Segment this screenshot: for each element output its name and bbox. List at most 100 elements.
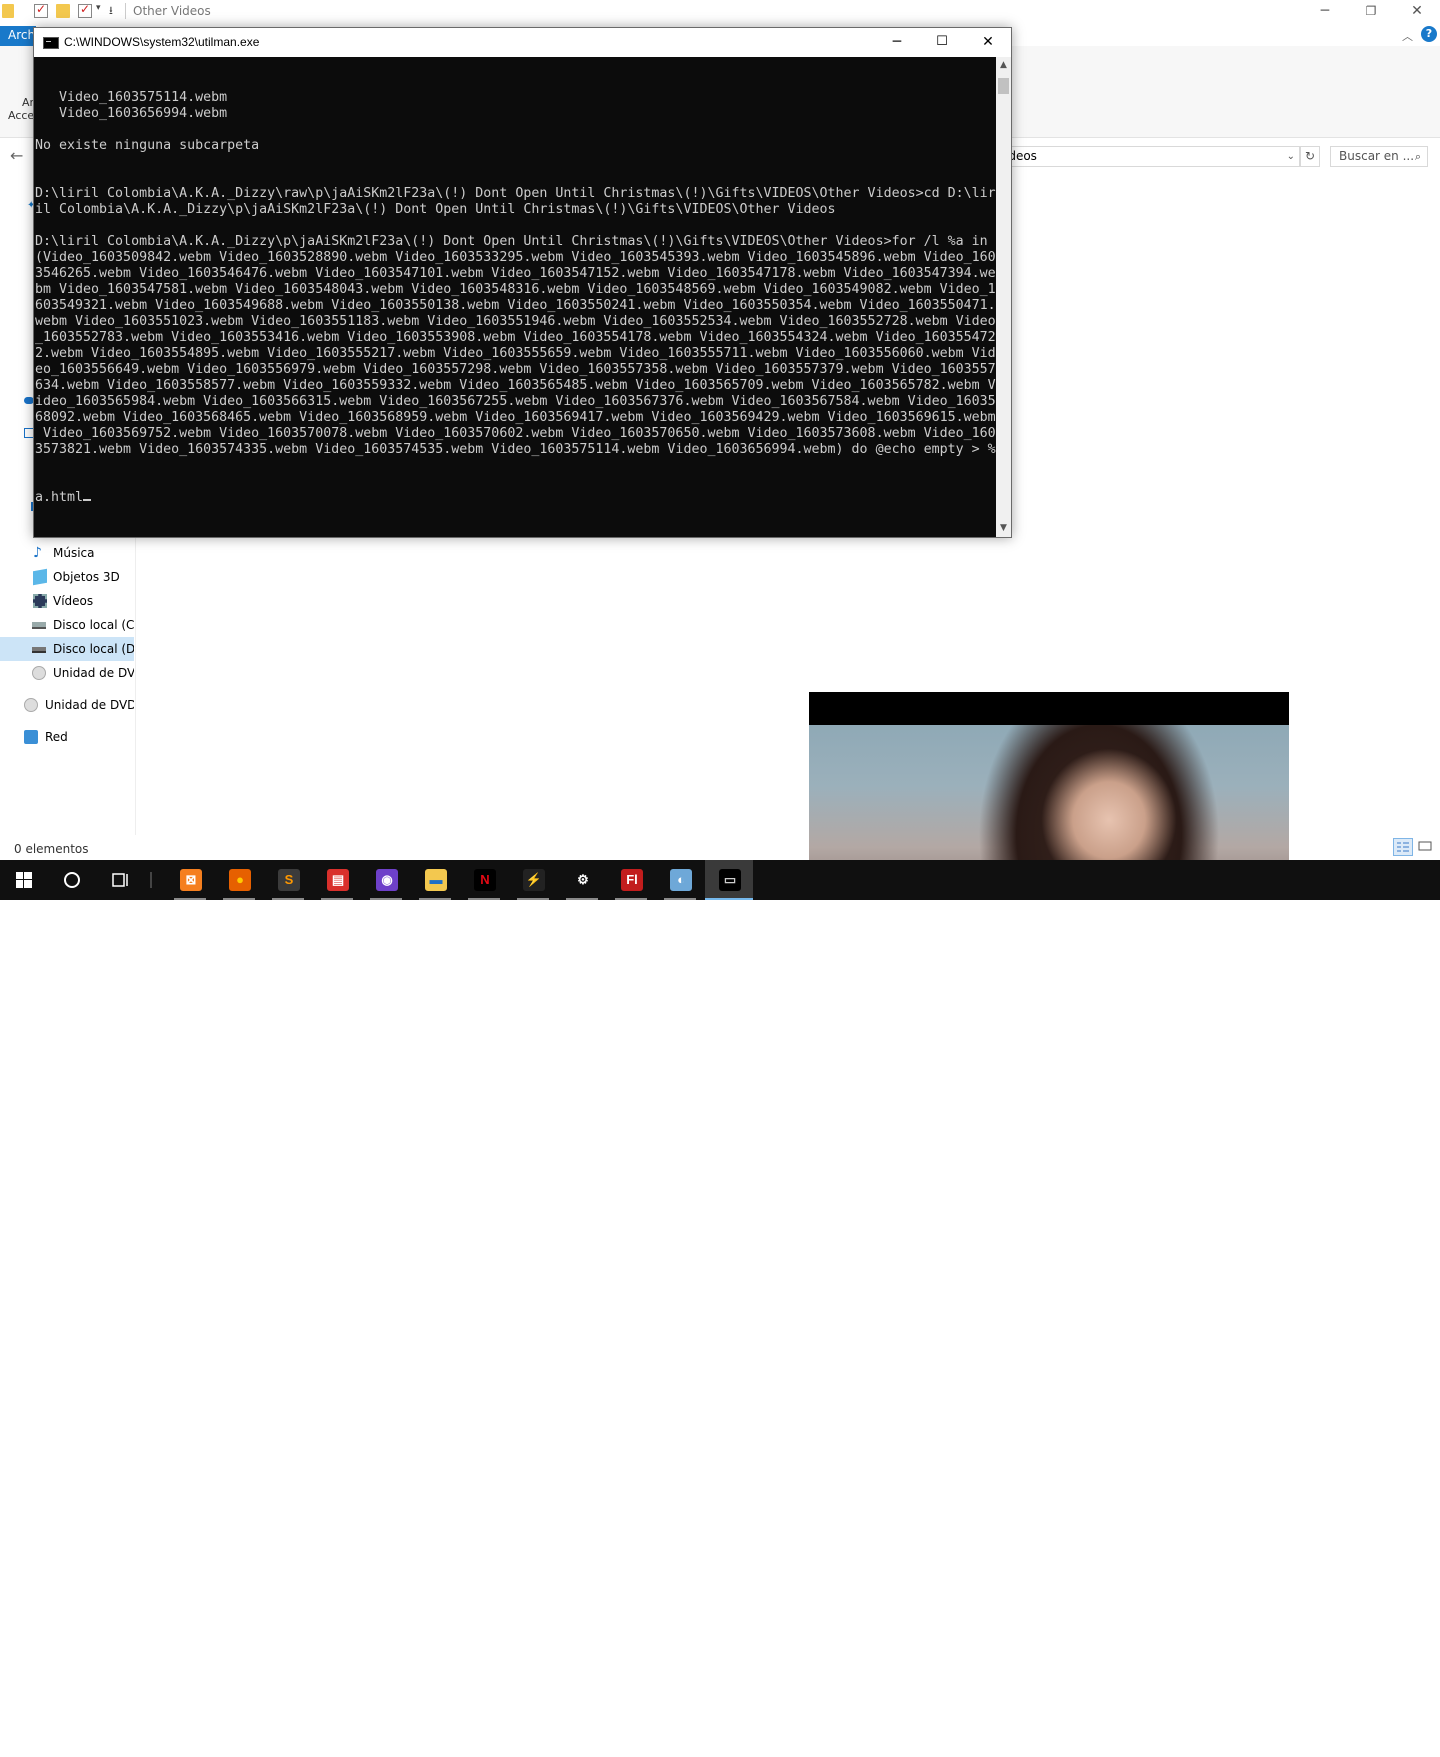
console-line: 603549321.webm Video_1603549688.webm Vid… xyxy=(35,298,996,313)
refresh-button[interactable]: ↻ xyxy=(1300,146,1320,167)
console-line: 634.webm Video_1603558577.webm Video_160… xyxy=(35,378,996,393)
taskbar-separator xyxy=(150,872,152,888)
console-title: C:\WINDOWS\system32\utilman.exe xyxy=(64,35,260,49)
console-output[interactable]: Video_1603575114.webm Video_1603656994.w… xyxy=(34,57,996,537)
console-line: 68092.webm Video_1603568465.webm Video_1… xyxy=(35,410,996,425)
taskbar-app-sublime-text[interactable]: S xyxy=(264,860,312,900)
nav-item-music[interactable]: ♪ Música xyxy=(0,541,134,565)
settings-icon: ⚙ xyxy=(577,872,589,887)
nav-item-label: Red xyxy=(45,730,68,744)
close-button[interactable]: ✕ xyxy=(1394,0,1440,24)
title-separator xyxy=(125,3,126,19)
console-line: il Colombia\A.K.A._Dizzy\p\jaAiSKm2lF23a… xyxy=(35,202,836,217)
drive-icon xyxy=(32,647,46,653)
help-icon[interactable]: ? xyxy=(1421,26,1437,42)
console-line: Video_1603569752.webm Video_1603570078.w… xyxy=(35,426,996,441)
nav-item-dvd-drive-r[interactable]: Unidad de DVD R xyxy=(0,693,134,717)
taskbar-app-flash[interactable]: Fl xyxy=(607,860,655,900)
search-input[interactable]: Buscar en ... ⌕ xyxy=(1330,146,1428,167)
taskbar-app-paint[interactable]: ◐ xyxy=(656,860,704,900)
console-window[interactable]: C:\WINDOWS\system32\utilman.exe ─ ☐ ✕ Vi… xyxy=(33,27,1012,538)
taskbar-app-firefox[interactable]: ● xyxy=(215,860,263,900)
search-placeholder: Buscar en ... xyxy=(1339,149,1415,163)
console-line: eo_1603556649.webm Video_1603556979.webm… xyxy=(35,362,996,377)
new-folder-icon[interactable] xyxy=(56,4,70,18)
large-icons-view-icon xyxy=(1418,841,1432,851)
nav-item-videos[interactable]: Vídeos xyxy=(0,589,134,613)
console-line: bm Video_1603547581.webm Video_160354804… xyxy=(35,282,996,297)
minimize-ribbon-icon[interactable]: ︿ xyxy=(1402,28,1413,44)
console-title-bar[interactable]: C:\WINDOWS\system32\utilman.exe ─ ☐ ✕ xyxy=(34,28,1011,57)
music-icon: ♪ xyxy=(33,545,42,561)
nav-item-local-disk-d[interactable]: Disco local (D:) xyxy=(0,637,134,661)
console-line: 2.webm Video_1603554895.webm Video_16035… xyxy=(35,346,996,361)
scrollbar-thumb[interactable] xyxy=(998,78,1009,94)
customize-toolbar-icon[interactable]: ⭳ xyxy=(109,2,113,21)
properties-quick-icon[interactable] xyxy=(78,2,92,18)
details-view-button[interactable] xyxy=(1393,838,1413,856)
console-maximize-button[interactable]: ☐ xyxy=(919,28,965,57)
taskbar-app-xampp[interactable]: ⊠ xyxy=(166,860,214,900)
clock-time: 20:44 xyxy=(1326,1724,1358,1738)
file-explorer-icon: ▬ xyxy=(425,869,447,891)
flash-icon: Fl xyxy=(621,869,643,891)
taskbar-app-settings[interactable]: ⚙ xyxy=(558,860,606,900)
status-item-count: 0 elementos xyxy=(14,842,89,856)
nav-item-label: Disco local (D:) xyxy=(53,642,134,656)
search-button[interactable] xyxy=(48,860,96,900)
back-arrow-icon[interactable]: ← xyxy=(10,146,23,165)
github-desktop-icon: ◉ xyxy=(376,869,398,891)
taskbar-app-file-explorer[interactable]: ▬ xyxy=(411,860,459,900)
search-icon: ⌕ xyxy=(1414,150,1421,163)
chevron-down-icon[interactable]: ⌄ xyxy=(1287,147,1295,166)
console-scrollbar[interactable]: ▲ ▼ xyxy=(996,57,1011,537)
console-line: (Video_1603509842.webm Video_1603528890.… xyxy=(35,250,996,265)
tab-file[interactable]: Arch xyxy=(0,26,36,46)
winamp-icon: ⚡ xyxy=(523,869,545,891)
console-line: Video_1603575114.webm xyxy=(35,90,228,105)
command-prompt-icon: ▭ xyxy=(719,869,741,891)
nav-item-dvd-drive[interactable]: Unidad de DVD xyxy=(0,661,134,685)
nav-item-label: Unidad de DVD xyxy=(53,666,134,680)
large-icons-view-button[interactable] xyxy=(1416,838,1436,856)
clock-date: 06/01/2022 xyxy=(1311,1741,1373,1755)
taskbar-app-github-desktop[interactable]: ◉ xyxy=(362,860,410,900)
ribbon-access-group[interactable]: Ar Acce xyxy=(8,96,34,122)
windows-logo-icon xyxy=(16,872,32,888)
input-language[interactable]: ESP xyxy=(1289,1733,1311,1745)
nav-item-3d-objects[interactable]: Objetos 3D xyxy=(0,565,134,589)
paint-icon: ◐ xyxy=(670,869,692,891)
sublime-text-icon: S xyxy=(278,869,300,891)
popcorn-time-icon: ▤ xyxy=(327,869,349,891)
nav-item-network[interactable]: Red xyxy=(0,725,134,749)
console-last-line: a.html xyxy=(35,490,84,505)
restore-button[interactable]: ❐ xyxy=(1348,0,1394,24)
console-input-line[interactable]: a.html xyxy=(35,490,995,506)
text-cursor xyxy=(83,499,92,501)
taskbar-app-winamp[interactable]: ⚡ xyxy=(509,860,557,900)
command-prompt-icon xyxy=(43,37,59,49)
address-bar[interactable]: ideos ⌄ xyxy=(1000,146,1300,167)
taskbar-app-netflix[interactable]: N xyxy=(460,860,508,900)
properties-icon[interactable] xyxy=(34,2,48,18)
console-line: D:\liril Colombia\A.K.A._Dizzy\raw\p\jaA… xyxy=(35,186,996,201)
scroll-down-arrow-icon[interactable]: ▼ xyxy=(996,520,1011,537)
notification-center-icon[interactable] xyxy=(1398,1730,1416,1746)
window-title: Other Videos xyxy=(133,4,211,18)
taskbar-app-popcorn-time[interactable]: ▤ xyxy=(313,860,361,900)
minimize-button[interactable]: ─ xyxy=(1302,0,1348,24)
dropdown-arrow-icon[interactable]: ▾ xyxy=(96,3,101,13)
taskbar-app-command-prompt[interactable]: ▭ xyxy=(705,860,753,900)
dvd-icon xyxy=(24,698,38,712)
console-text: Video_1603575114.webm Video_1603656994.w… xyxy=(35,58,996,537)
nav-item-local-disk-c[interactable]: Disco local (C:) xyxy=(0,613,134,637)
scroll-up-arrow-icon[interactable]: ▲ xyxy=(996,57,1011,74)
cube-3d-icon xyxy=(33,568,47,586)
console-minimize-button[interactable]: ─ xyxy=(874,28,920,57)
task-view-button[interactable] xyxy=(96,860,144,900)
taskbar: ⊠ ● S ▤ ◉ ▬ N ⚡ ⚙ Fl ◐ ▭ ESP 20:44 06/01/2022 xyxy=(0,860,1440,1755)
clock[interactable]: 20:44 06/01/2022 xyxy=(1310,1723,1374,1757)
start-button[interactable] xyxy=(0,860,48,900)
console-close-button[interactable]: ✕ xyxy=(965,28,1011,57)
